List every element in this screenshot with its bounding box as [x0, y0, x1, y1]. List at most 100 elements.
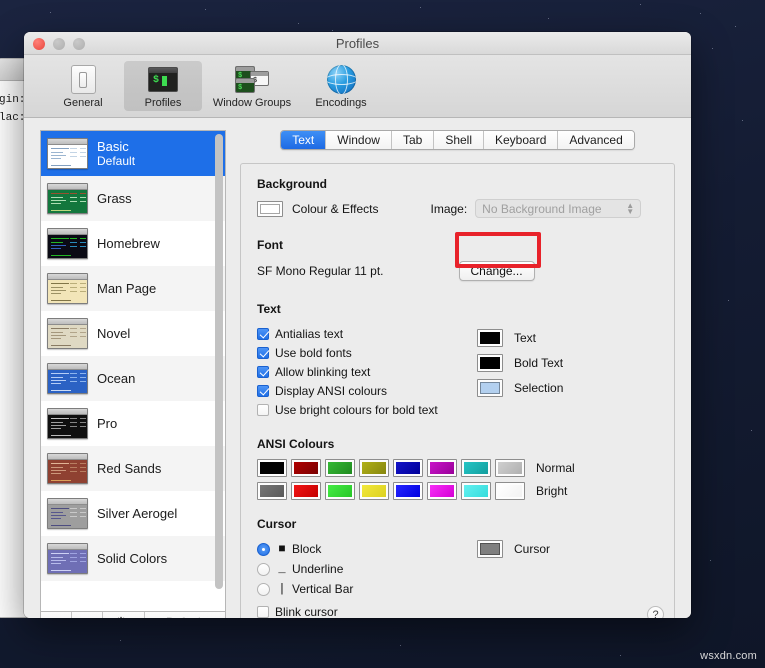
toolbar-item-profiles[interactable]: $ Profiles [124, 61, 202, 111]
ansi-swatch-normal-green[interactable] [325, 459, 355, 477]
star [710, 560, 711, 561]
tab-advanced[interactable]: Advanced [558, 131, 634, 149]
profile-thumbnail [47, 138, 88, 169]
profile-thumbnail [47, 498, 88, 529]
minimize-button[interactable] [53, 37, 65, 50]
checkbox-antialias-text[interactable]: Antialias text [257, 324, 477, 343]
profile-row-solid-colors[interactable]: Solid Colors [41, 536, 225, 581]
toolbar-label-encodings: Encodings [315, 97, 367, 109]
toolbar-item-encodings[interactable]: Encodings [302, 61, 380, 111]
radio-label: Vertical Bar [292, 582, 354, 596]
ansi-swatch-bright-black[interactable] [257, 482, 287, 500]
checkbox-icon[interactable] [257, 346, 269, 359]
profile-name: Solid Colors [97, 551, 168, 566]
checkbox-display-ansi-colours[interactable]: Display ANSI colours [257, 381, 477, 400]
profile-row-red-sands[interactable]: Red Sands [41, 446, 225, 491]
profiles-preferences-window: Profiles General $ Profiles $ $ $ Window… [24, 32, 691, 618]
scrollbar-thumb[interactable] [215, 134, 223, 590]
window-groups-icon: $ $ $ [206, 64, 298, 95]
ansi-swatch-bright-cyan[interactable] [461, 482, 491, 500]
ansi-swatch-normal-blue[interactable] [393, 459, 423, 477]
terminal-icon: $ [126, 64, 200, 95]
ansi-swatch-normal-yellow[interactable] [359, 459, 389, 477]
profile-list[interactable]: Basic Default Grass Homebrew Man Page No… [40, 130, 226, 611]
remove-profile-button[interactable]: − [72, 612, 103, 618]
profile-row-pro[interactable]: Pro [41, 401, 225, 446]
font-value: SF Mono Regular 11 pt. [257, 264, 384, 278]
help-button[interactable]: ? [647, 606, 664, 618]
ansi-row-bright: Bright [257, 482, 658, 500]
star [712, 48, 713, 49]
tab-window[interactable]: Window [326, 131, 392, 149]
ansi-swatch-normal-magenta[interactable] [427, 459, 457, 477]
bold-text-colour-well[interactable] [477, 353, 503, 372]
toolbar-item-general[interactable]: General [44, 61, 122, 111]
globe-icon [304, 64, 378, 95]
profile-row-novel[interactable]: Novel [41, 311, 225, 356]
radio-cursor-underline[interactable]: _ Underline [257, 559, 477, 579]
checkbox-blink-cursor[interactable]: Blink cursor [257, 602, 477, 618]
ansi-swatch-normal-white[interactable] [495, 459, 525, 477]
close-button[interactable] [33, 37, 45, 50]
profile-row-grass[interactable]: Grass [41, 176, 225, 221]
profile-list-scrollbar[interactable] [215, 134, 223, 608]
checkbox-use-bold-fonts[interactable]: Use bold fonts [257, 343, 477, 362]
colour-well-label: Text [514, 330, 537, 345]
radio-cursor-vertical-bar[interactable]: | Vertical Bar [257, 579, 477, 599]
ansi-swatch-bright-red[interactable] [291, 482, 321, 500]
text-colour-well[interactable] [477, 328, 503, 347]
profile-row-basic[interactable]: Basic Default [41, 131, 225, 176]
checkbox-icon[interactable] [257, 403, 269, 416]
radio-icon[interactable] [257, 582, 270, 596]
ansi-section-title: ANSI Colours [257, 437, 335, 451]
profile-thumbnail [47, 363, 88, 394]
cursor-colour-well[interactable] [477, 540, 503, 558]
checkbox-icon[interactable] [257, 365, 269, 378]
font-section-title: Font [257, 238, 283, 252]
checkbox-icon[interactable] [257, 327, 269, 340]
ansi-swatch-normal-red[interactable] [291, 459, 321, 477]
profile-actions-button[interactable]: ⚙ ˇ [103, 612, 145, 618]
tab-text[interactable]: Text [281, 131, 327, 149]
background-image-popup[interactable]: No Background Image ▲ ▼ [475, 199, 642, 218]
radio-icon[interactable] [257, 562, 270, 576]
profile-row-man-page[interactable]: Man Page [41, 266, 225, 311]
profile-row-silver-aerogel[interactable]: Silver Aerogel [41, 491, 225, 536]
toolbar-item-window-groups[interactable]: $ $ $ Window Groups [204, 61, 300, 111]
profile-row-ocean[interactable]: Ocean [41, 356, 225, 401]
ansi-swatch-bright-blue[interactable] [393, 482, 423, 500]
star [205, 9, 206, 10]
tab-shell[interactable]: Shell [434, 131, 484, 149]
tab-tab[interactable]: Tab [391, 131, 435, 149]
zoom-button[interactable] [73, 37, 85, 50]
profile-row-homebrew[interactable]: Homebrew [41, 221, 225, 266]
ansi-swatch-normal-black[interactable] [257, 459, 287, 477]
checkbox-icon[interactable] [257, 384, 269, 397]
radio-cursor-block[interactable]: ■ Block [257, 539, 477, 559]
radio-icon[interactable] [257, 542, 270, 556]
ansi-row-label: Bright [536, 484, 568, 498]
checkbox-allow-blinking-text[interactable]: Allow blinking text [257, 362, 477, 381]
tab-keyboard[interactable]: Keyboard [484, 131, 559, 149]
stepper-chevrons-icon: ▲ ▼ [626, 200, 635, 216]
background-colour-well[interactable] [257, 200, 283, 217]
ansi-swatch-normal-cyan[interactable] [461, 459, 491, 477]
star [400, 645, 401, 646]
checkbox-icon[interactable] [257, 606, 269, 618]
ansi-swatch-bright-white[interactable] [495, 482, 525, 500]
cursor-glyph-underline: _ [278, 562, 286, 576]
add-profile-button[interactable]: + [41, 612, 72, 618]
desktop: gin: lac: Profiles General $ Profiles $ … [0, 0, 765, 668]
colour-effects-label: Colour & Effects [292, 201, 379, 216]
content-area: Basic Default Grass Homebrew Man Page No… [24, 118, 691, 618]
star [620, 655, 621, 656]
ansi-swatch-bright-yellow[interactable] [359, 482, 389, 500]
ansi-swatch-bright-green[interactable] [325, 482, 355, 500]
checkbox-use-bright-colours-for-bold-text[interactable]: Use bright colours for bold text [257, 400, 477, 419]
ansi-swatch-bright-magenta[interactable] [427, 482, 457, 500]
checkbox-label: Allow blinking text [275, 364, 371, 379]
change-font-button[interactable]: Change... [458, 261, 535, 281]
gear-icon: ⚙ [115, 614, 128, 619]
selection-colour-well[interactable] [477, 378, 503, 397]
set-default-button[interactable]: Default [145, 612, 225, 618]
